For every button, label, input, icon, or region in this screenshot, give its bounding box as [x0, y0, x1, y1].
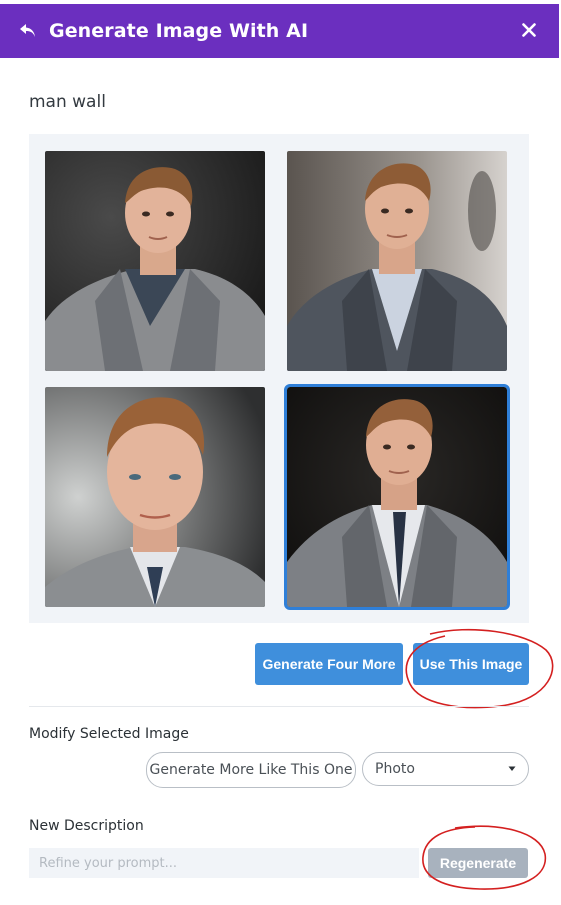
prompt-text: man wall — [29, 92, 106, 112]
generated-image-3[interactable] — [45, 387, 265, 607]
back-icon[interactable] — [17, 20, 39, 42]
man-portrait-image — [45, 387, 265, 607]
refine-prompt-input[interactable]: Refine your prompt... — [29, 848, 419, 878]
ai-image-panel: Generate Image With AI man wall Generate… — [0, 0, 559, 905]
man-portrait-image — [45, 151, 265, 371]
style-select-value: Photo — [375, 761, 415, 777]
generated-image-1[interactable] — [45, 151, 265, 371]
panel-title: Generate Image With AI — [49, 20, 309, 42]
generated-image-4[interactable] — [284, 384, 510, 610]
regenerate-button[interactable]: Regenerate — [428, 848, 528, 878]
image-gallery — [29, 134, 529, 623]
generated-image-2[interactable] — [287, 151, 507, 371]
section-divider — [29, 706, 529, 707]
panel-header: Generate Image With AI — [0, 4, 559, 58]
style-select[interactable]: Photo — [362, 752, 529, 786]
man-portrait-image — [287, 151, 507, 371]
close-icon[interactable] — [519, 20, 539, 40]
use-this-image-button[interactable]: Use This Image — [413, 643, 529, 685]
generate-more-like-button[interactable]: Generate More Like This One — [146, 752, 356, 788]
new-description-label: New Description — [29, 818, 144, 834]
man-portrait-image — [287, 387, 507, 607]
modify-section-label: Modify Selected Image — [29, 726, 189, 742]
generate-four-more-button[interactable]: Generate Four More — [255, 643, 403, 685]
chevron-down-icon — [508, 766, 516, 772]
